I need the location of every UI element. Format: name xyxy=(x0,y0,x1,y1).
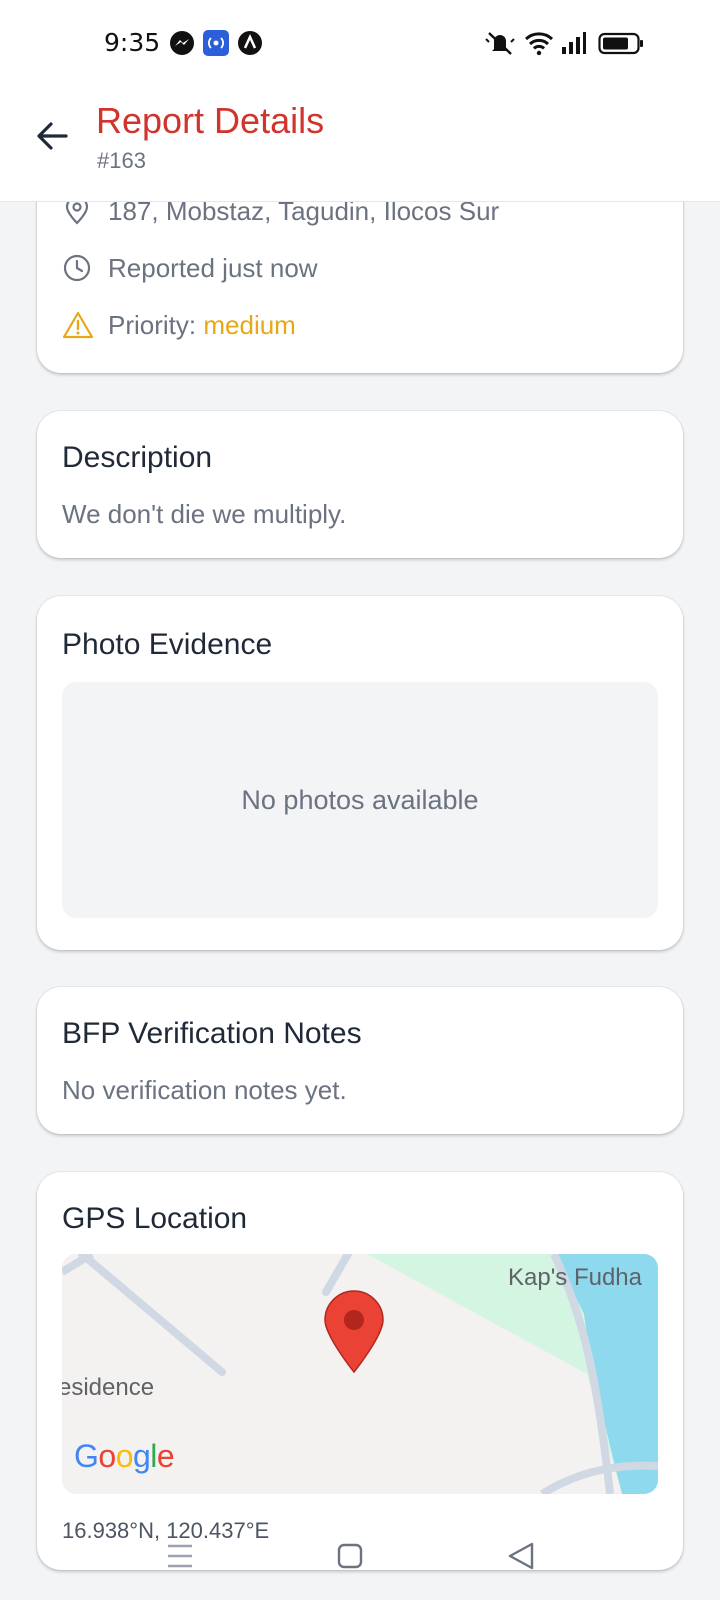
priority-value: medium xyxy=(203,310,296,340)
signal-icon xyxy=(562,32,586,54)
address-row: 187, Mobstaz, Tagudin, Ilocos Sur xyxy=(62,192,662,232)
battery-icon xyxy=(598,32,643,55)
status-bar: 9:35 xyxy=(0,0,720,90)
description-text: We don't die we multiply. xyxy=(62,499,347,529)
wifi-icon xyxy=(524,32,554,56)
status-time: 9:35 xyxy=(104,28,161,57)
report-info-card: 187, Mobstaz, Tagudin, Ilocos Sur Report… xyxy=(37,150,683,373)
menu-icon[interactable] xyxy=(160,1536,200,1576)
system-nav-bar xyxy=(0,1536,720,1576)
address-text: 187, Mobstaz, Tagudin, Ilocos Sur xyxy=(108,196,500,226)
no-photos-text: No photos available xyxy=(241,785,479,815)
verification-notes-title: BFP Verification Notes xyxy=(62,1017,362,1050)
reported-time-text: Reported just now xyxy=(108,253,318,283)
photo-placeholder: No photos available xyxy=(62,682,658,918)
google-logo: Google xyxy=(74,1438,175,1474)
priority-row: Priority: medium xyxy=(62,306,662,346)
photo-evidence-card: Photo Evidence No photos available xyxy=(37,596,683,950)
reported-time-row: Reported just now xyxy=(62,249,662,289)
warning-triangle-icon xyxy=(62,311,94,339)
verification-notes-text: No verification notes yet. xyxy=(62,1075,347,1105)
page-title: Report Details xyxy=(96,100,325,141)
photo-evidence-title: Photo Evidence xyxy=(62,628,273,661)
clock-icon xyxy=(63,254,91,282)
description-title: Description xyxy=(62,441,213,474)
messenger-icon xyxy=(170,31,194,55)
map-label-residence: esidence xyxy=(62,1374,155,1401)
description-card: Description We don't die we multiply. xyxy=(37,411,683,558)
priority-label: Priority: xyxy=(108,310,197,340)
back-triangle-icon[interactable] xyxy=(502,1536,542,1576)
map-label-poi: Kap's Fudha xyxy=(508,1264,643,1291)
home-icon[interactable] xyxy=(330,1536,370,1576)
priority-text: Priority: medium xyxy=(108,310,296,341)
app-a-icon xyxy=(238,31,262,55)
verification-notes-card: BFP Verification Notes No verification n… xyxy=(37,987,683,1134)
map-view[interactable]: Kap's Fudha esidence Google xyxy=(62,1254,658,1494)
broadcast-icon xyxy=(203,30,229,56)
gps-card: GPS Location Kap's Fudha esidence Google… xyxy=(37,1172,683,1570)
map-pin-icon xyxy=(65,196,89,225)
gps-title: GPS Location xyxy=(62,1202,248,1235)
mute-icon xyxy=(485,32,515,55)
